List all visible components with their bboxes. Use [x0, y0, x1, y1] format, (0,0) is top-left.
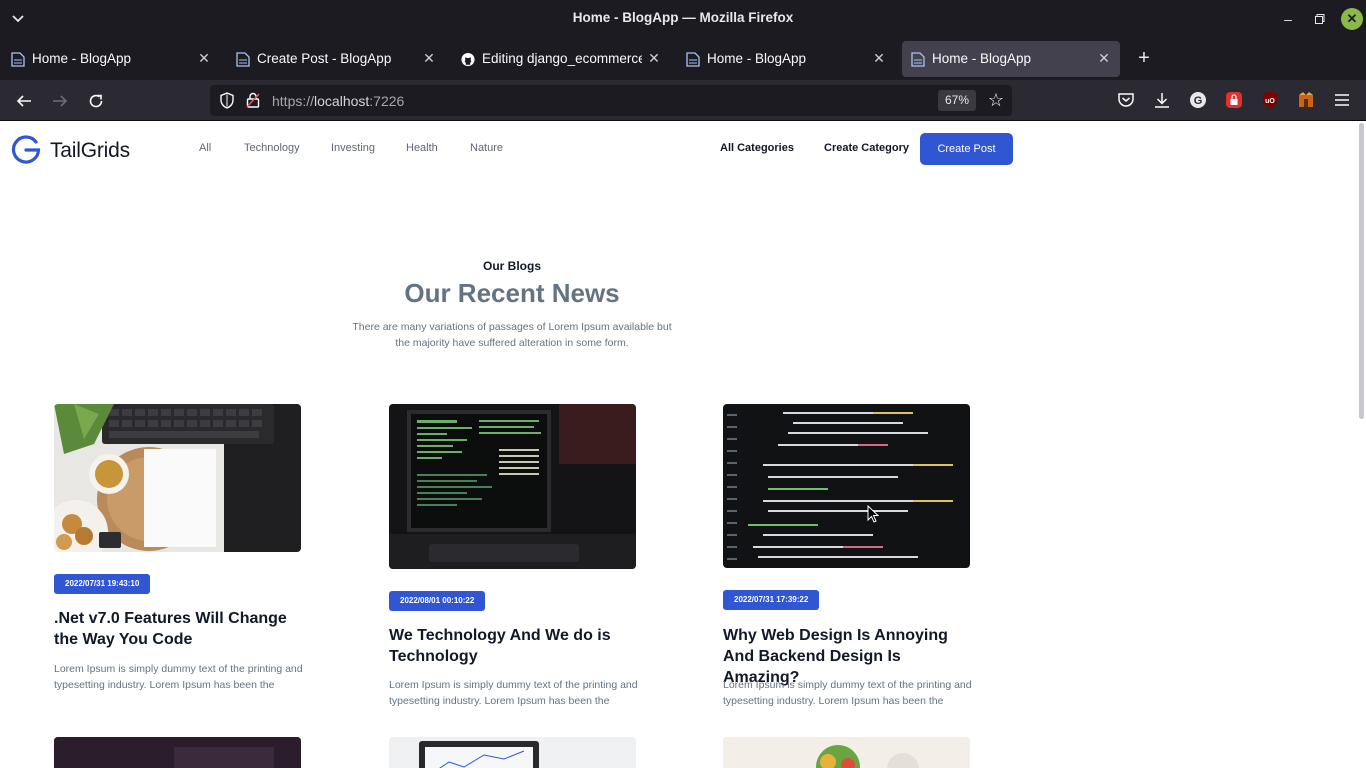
close-tab-icon[interactable]: ✕ — [421, 50, 437, 66]
close-tab-icon[interactable]: ✕ — [196, 50, 212, 66]
restore-icon[interactable] — [1309, 8, 1331, 30]
all-categories-link[interactable]: All Categories — [720, 142, 794, 154]
category-link-nature[interactable]: Nature — [470, 142, 503, 154]
close-tab-icon[interactable]: ✕ — [1096, 50, 1112, 66]
section-description: There are many variations of passages of… — [352, 321, 672, 349]
category-link-investing[interactable]: Investing — [331, 142, 375, 154]
page-icon — [236, 52, 250, 67]
laptop-chart-image — [389, 737, 636, 768]
tab-home-blogapp-1[interactable]: Home - BlogApp ✕ — [2, 41, 220, 77]
post-excerpt: Lorem Ipsum is simply dummy text of the … — [389, 679, 638, 707]
svg-text:uO: uO — [1265, 98, 1275, 105]
tab-home-blogapp-2[interactable]: Home - BlogApp ✕ — [677, 41, 895, 77]
section-title: Our Recent News — [404, 278, 620, 308]
mouse-cursor-icon — [867, 505, 879, 523]
post-date-badge: 2022/07/31 17:39:22 — [723, 590, 820, 610]
bookmark-star-icon[interactable]: ☆ — [986, 89, 1006, 111]
page-icon — [686, 52, 700, 67]
tab-editing-django[interactable]: Editing django_ecommerce ✕ — [452, 41, 670, 77]
tab-home-blogapp-active[interactable]: Home - BlogApp ✕ — [902, 41, 1120, 77]
post-thumbnail[interactable] — [54, 737, 301, 768]
post-excerpt: Lorem Ipsum is simply dummy text of the … — [723, 679, 972, 707]
url-port: :7226 — [369, 93, 405, 109]
hamburger-menu-icon[interactable] — [1332, 90, 1352, 110]
insecure-lock-icon[interactable] — [246, 92, 260, 108]
minimize-icon[interactable]: – — [1277, 8, 1299, 30]
page-icon — [911, 52, 925, 67]
forward-icon[interactable] — [48, 89, 72, 113]
dark-photo-image — [54, 737, 301, 768]
zoom-indicator[interactable]: 67% — [938, 90, 976, 111]
nav-toolbar: https://localhost:7226 67% ☆ G uO — [0, 80, 1366, 121]
tab-label: Home - BlogApp — [707, 51, 807, 66]
reload-icon[interactable] — [84, 89, 108, 113]
downloads-icon[interactable] — [1152, 90, 1172, 110]
post-title[interactable]: We Technology And We do is Technology — [389, 625, 639, 667]
close-tab-icon[interactable]: ✕ — [871, 50, 887, 66]
new-tab-icon[interactable]: + — [1133, 47, 1155, 69]
ublock-origin-icon[interactable]: uO — [1260, 90, 1280, 110]
page-scrollbar[interactable] — [1359, 123, 1364, 419]
url-scheme: https:// — [272, 93, 315, 109]
section-eyebrow: Our Blogs — [482, 259, 541, 273]
tailgrids-logo-icon — [11, 135, 41, 164]
window-titlebar: Home - BlogApp — Mozilla Firefox – ✕ — [0, 0, 1366, 38]
post-date-badge: 2022/07/31 19:43:10 — [54, 574, 151, 594]
site-logo[interactable]: TailGrids — [10, 134, 140, 164]
url-host: localhost — [314, 93, 370, 109]
tab-strip: Home - BlogApp ✕ Create Post - BlogApp ✕… — [0, 38, 1366, 80]
back-icon[interactable] — [12, 89, 36, 113]
category-link-health[interactable]: Health — [406, 142, 438, 154]
logo-text: TailGrids — [50, 139, 130, 162]
category-link-technology[interactable]: Technology — [244, 142, 300, 154]
password-manager-extension-icon[interactable] — [1224, 90, 1244, 110]
create-post-button[interactable]: Create Post — [920, 133, 1013, 165]
page-viewport: TailGrids All Technology Investing Healt… — [0, 121, 1366, 768]
post-thumbnail[interactable] — [389, 404, 636, 569]
tab-label: Editing django_ecommerce — [482, 51, 642, 66]
post-thumbnail[interactable] — [389, 737, 636, 768]
computer-terminal-image — [389, 404, 636, 569]
post-excerpt: Lorem Ipsum is simply dummy text of the … — [54, 663, 303, 691]
url-bar[interactable]: https://localhost:7226 67% ☆ — [210, 85, 1012, 116]
tab-label: Home - BlogApp — [32, 51, 132, 66]
category-link-all[interactable]: All — [199, 142, 211, 154]
create-category-link[interactable]: Create Category — [824, 142, 909, 154]
close-window-icon[interactable]: ✕ — [1341, 8, 1363, 30]
window-title: Home - BlogApp — Mozilla Firefox — [572, 10, 794, 25]
tab-label: Create Post - BlogApp — [257, 51, 392, 66]
extension-icon[interactable] — [1296, 90, 1316, 110]
url-text[interactable]: https://localhost:7226 — [272, 93, 404, 109]
desk-flatlay-image — [54, 404, 301, 552]
healthy-food-image — [723, 737, 970, 768]
page-icon — [11, 52, 25, 67]
grammarly-extension-icon[interactable]: G — [1188, 90, 1208, 110]
post-thumbnail[interactable] — [723, 404, 970, 568]
post-thumbnail[interactable] — [723, 737, 970, 768]
svg-text:G: G — [1194, 95, 1203, 107]
post-thumbnail[interactable] — [54, 404, 301, 552]
tab-label: Home - BlogApp — [932, 51, 1032, 66]
github-icon — [461, 52, 475, 67]
tab-create-post[interactable]: Create Post - BlogApp ✕ — [227, 41, 445, 77]
tracking-protection-shield-icon[interactable] — [219, 92, 235, 109]
close-tab-icon[interactable]: ✕ — [646, 50, 662, 66]
html-code-screen-image — [723, 404, 970, 568]
pocket-icon[interactable] — [1116, 90, 1136, 110]
post-title[interactable]: .Net v7.0 Features Will Change the Way Y… — [54, 608, 304, 650]
post-date-badge: 2022/08/01 00:10:22 — [389, 591, 486, 611]
